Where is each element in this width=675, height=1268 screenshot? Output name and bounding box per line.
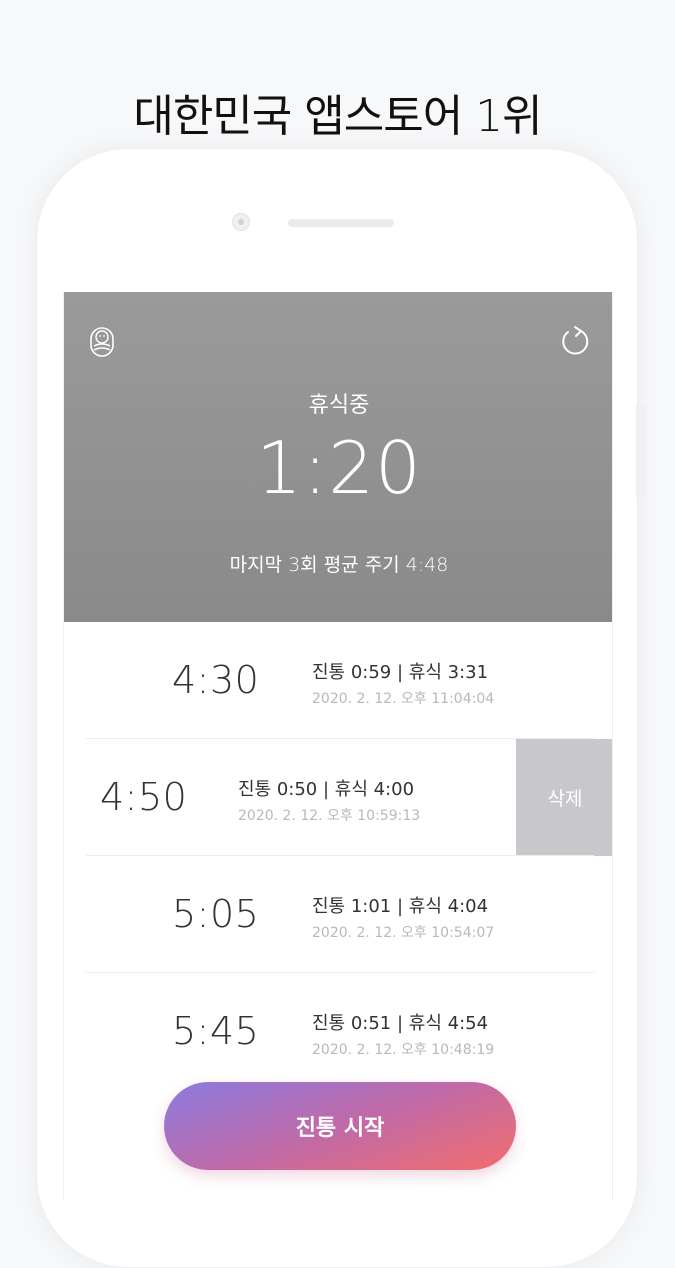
record-row[interactable]: 4:30 진통 0:59 | 휴식 3:31 2020. 2. 12. 오후 1…: [64, 622, 612, 739]
record-detail: 진통 0:51 | 휴식 4:54: [312, 1013, 489, 1034]
phone-side-button: [636, 405, 646, 497]
record-timestamp: 2020. 2. 12. 오후 11:04:04: [312, 691, 495, 707]
record-cycle: 4:50: [100, 775, 188, 819]
baby-icon[interactable]: [89, 322, 115, 360]
record-row-swiped[interactable]: 4:50 진통 0:50 | 휴식 4:00 2020. 2. 12. 오후 1…: [64, 739, 612, 856]
record-detail: 진통 0:59 | 휴식 3:31: [312, 662, 489, 683]
phone-speaker: [288, 219, 394, 227]
record-cycle: 4:30: [172, 658, 260, 702]
record-cycle: 5:05: [172, 892, 260, 936]
record-timestamp: 2020. 2. 12. 오후 10:54:07: [312, 925, 495, 941]
headline-line-1: 대한민국 앱스토어 1위: [133, 91, 542, 142]
front-camera: [232, 213, 250, 231]
record-detail: 진통 1:01 | 휴식 4:04: [312, 896, 489, 917]
reset-icon[interactable]: [559, 324, 591, 358]
delete-button[interactable]: 삭제: [516, 739, 612, 856]
timer-status-label: 휴식중: [308, 393, 370, 418]
app-screen: 휴식중 1:20 마지막 3회 평균 주기 4:48 4:30 진통 0:59 …: [63, 292, 613, 1200]
record-row[interactable]: 5:45 진통 0:51 | 휴식 4:54 2020. 2. 12. 오후 1…: [64, 973, 612, 1090]
timer-panel: 휴식중 1:20 마지막 3회 평균 주기 4:48: [64, 292, 612, 622]
start-contraction-button[interactable]: 진통 시작: [164, 1082, 516, 1170]
record-list: 4:30 진통 0:59 | 휴식 3:31 2020. 2. 12. 오후 1…: [64, 622, 612, 1090]
record-row[interactable]: 5:05 진통 1:01 | 휴식 4:04 2020. 2. 12. 오후 1…: [64, 856, 612, 973]
timer-value: 1:20: [256, 426, 422, 510]
record-timestamp: 2020. 2. 12. 오후 10:48:19: [312, 1042, 495, 1058]
average-cycle-text: 마지막 3회 평균 주기 4:48: [229, 554, 449, 576]
record-cycle: 5:45: [172, 1009, 260, 1053]
record-detail: 진통 0:50 | 휴식 4:00: [238, 779, 415, 800]
record-timestamp: 2020. 2. 12. 오후 10:59:13: [238, 808, 421, 824]
